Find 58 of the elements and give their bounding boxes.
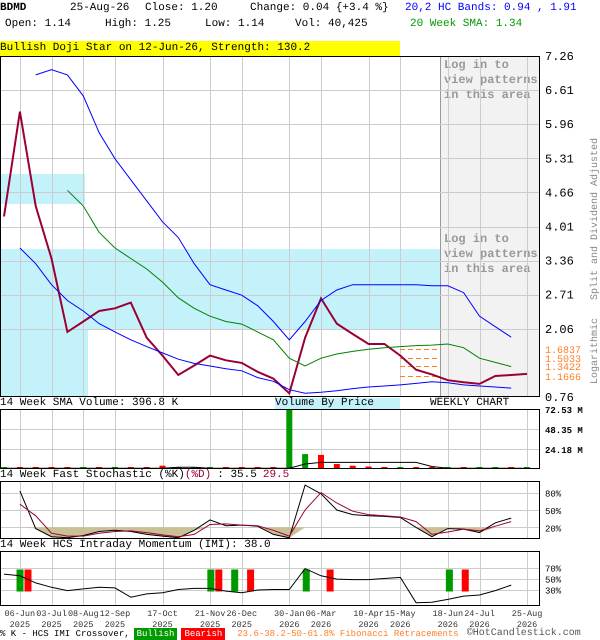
axis-label: 5.31 bbox=[545, 152, 574, 166]
ticker-symbol: BDMD bbox=[0, 1, 28, 16]
axis-label: 4.66 bbox=[545, 186, 574, 200]
axis-label: 80% bbox=[545, 490, 562, 500]
date-label: 06-Jun 2025 bbox=[4, 609, 36, 630]
date-label: 06-Mar 2026 bbox=[306, 609, 336, 630]
axis-label: 4.01 bbox=[545, 220, 574, 234]
axis-label: 70% bbox=[545, 564, 562, 574]
panel-title: 14 Week HCS Intraday Momentum (IMI): 38.0 bbox=[0, 540, 271, 551]
date-label: 10-Apr 2026 bbox=[353, 609, 384, 630]
axis-label: 6.61 bbox=[545, 84, 574, 98]
date-label: 30-Jan 2026 bbox=[274, 609, 305, 630]
date-label: 12-Sep 2025 bbox=[100, 609, 130, 630]
axis-label: 48.35 M bbox=[545, 426, 583, 436]
date-label: 21-Nov 2025 bbox=[194, 609, 226, 630]
panel-title: 14 Week Fast Stochastic (%K) bbox=[0, 470, 185, 481]
axis-label: 5.96 bbox=[545, 118, 574, 132]
volume-text: Vol: 40,425 bbox=[295, 17, 369, 32]
fibonacci-legend: 23.6-38.2-50-61.8% Fibonacci Retracements bbox=[237, 628, 459, 640]
axis-note: Split and Dividend Adjusted bbox=[590, 138, 600, 300]
low-text: Low: 1.14 bbox=[205, 17, 266, 32]
legend-label: % K - HCS IMI Crossover, bbox=[0, 628, 130, 640]
fibonacci-label: 1.1666 bbox=[545, 373, 582, 384]
date-label: 03-Jul 2025 bbox=[36, 609, 67, 630]
axis-label: 3.36 bbox=[545, 254, 574, 269]
close-text: Close: 1.20 bbox=[145, 1, 219, 16]
open-text: Open: 1.14 bbox=[5, 17, 72, 32]
axis-label: 30% bbox=[545, 586, 562, 596]
k-value: : 35.5 bbox=[217, 470, 257, 481]
series-label: (%D) bbox=[184, 470, 212, 481]
date-label: 15-May 2026 bbox=[384, 609, 416, 630]
sma-text: 20 Week SMA: 1.34 bbox=[410, 17, 524, 32]
date-text: 25-Aug-26 bbox=[70, 1, 130, 16]
bearish-legend-chip: Bearish bbox=[181, 628, 226, 640]
date-label: 26-Dec 2025 bbox=[226, 609, 258, 630]
axis-note: Logarithmic bbox=[590, 318, 600, 384]
date-label: 18-Jun 2026 bbox=[432, 609, 464, 630]
axis-label: 50% bbox=[545, 576, 562, 586]
axis-label: 0.76 bbox=[545, 391, 574, 405]
credit-text: ©HotCandlestick.com bbox=[466, 628, 581, 640]
panel-label: WEEKLY CHART bbox=[430, 398, 510, 409]
pattern-banner: Bullish Doji Star on 12-Jun-26, Strength: 130.2 bbox=[0, 41, 400, 56]
panel-title: 14 Week SMA Volume: 396.8 K bbox=[0, 398, 180, 409]
d-value: 29.5 bbox=[262, 470, 290, 481]
axis-label: 20% bbox=[545, 524, 562, 534]
date-label: 17-Oct 2025 bbox=[147, 609, 178, 630]
bullish-legend-chip: Bullish bbox=[134, 628, 178, 640]
axis-label: 24.18 M bbox=[545, 446, 583, 456]
axis-label: 50% bbox=[545, 507, 562, 517]
change-text: Change: 0.04 {+3.4 %} bbox=[250, 1, 390, 16]
axis-label: 2.71 bbox=[545, 288, 574, 303]
bands-text: 20,2 HC Bands: 0.94 , 1.91 bbox=[405, 1, 578, 16]
high-text: High: 1.25 bbox=[105, 17, 172, 32]
panel-label: Volume By Price bbox=[275, 398, 400, 409]
axis-label: 72.53 M bbox=[545, 406, 583, 416]
axis-label: 7.26 bbox=[545, 50, 574, 64]
date-label: 08-Aug 2025 bbox=[68, 609, 99, 630]
axis-label: 2.06 bbox=[545, 322, 574, 337]
